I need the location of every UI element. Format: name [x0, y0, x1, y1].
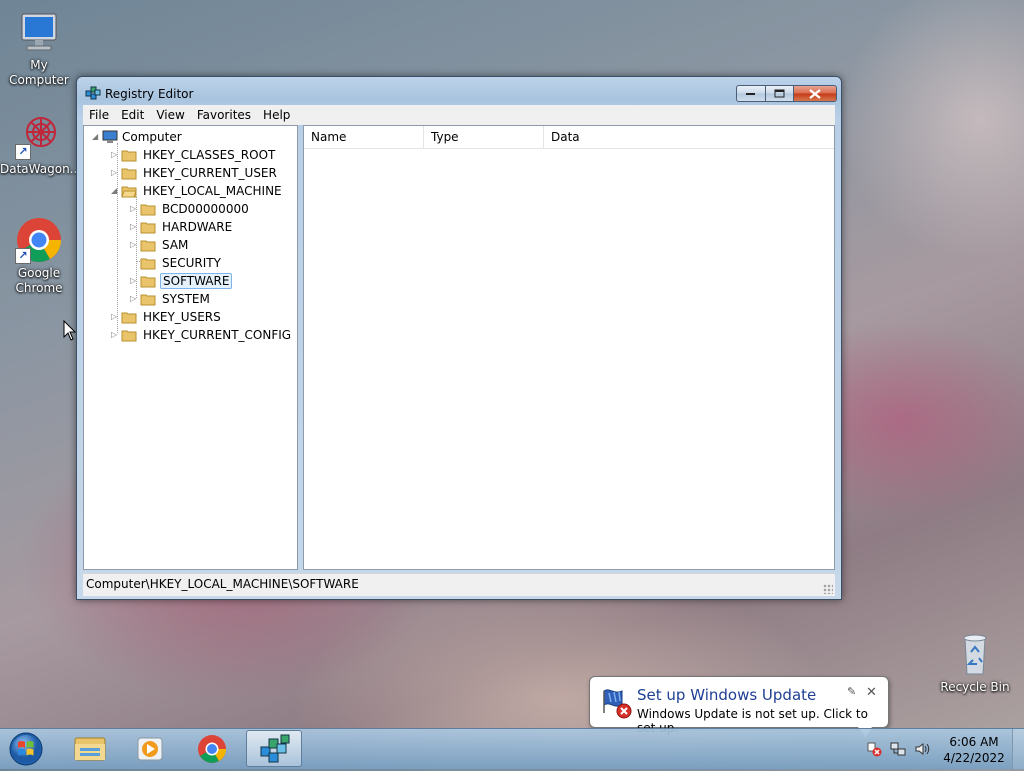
registry-editor-icon — [85, 85, 101, 101]
chrome-icon: ↗ — [15, 216, 63, 264]
menu-help[interactable]: Help — [257, 105, 296, 125]
registry-editor-window[interactable]: Registry Editor File Edit View Favorites Hel… — [76, 76, 842, 600]
collapse-arrow-icon[interactable]: ◢ — [92, 128, 101, 146]
clock-time: 6:06 AM — [949, 735, 999, 749]
desktop-icon-recycle-bin[interactable]: Recycle Bin — [936, 630, 1014, 695]
folder-icon — [74, 737, 106, 761]
tree-node-label: SOFTWARE — [160, 273, 233, 289]
taskbar: 6:06 AM 4/22/2022 — [0, 728, 1024, 769]
tree-node-label: SYSTEM — [162, 292, 210, 306]
tree-node-label: BCD00000000 — [162, 202, 249, 216]
minimize-button[interactable] — [736, 85, 766, 102]
close-icon — [809, 88, 821, 99]
menu-file[interactable]: File — [83, 105, 115, 125]
expand-arrow-icon[interactable]: ▷ — [111, 326, 120, 344]
window-title: Registry Editor — [105, 87, 194, 101]
menu-favorites[interactable]: Favorites — [191, 105, 257, 125]
expand-arrow-icon[interactable]: ▷ — [130, 218, 139, 236]
mouse-cursor-icon — [63, 320, 77, 341]
tree-node-label: HKEY_CURRENT_USER — [143, 166, 277, 180]
folder-icon — [140, 202, 156, 216]
folder-icon — [121, 328, 137, 342]
expand-arrow-icon[interactable]: ▷ — [111, 308, 120, 326]
expand-arrow-icon[interactable]: ▷ — [130, 290, 139, 308]
expand-arrow-icon[interactable]: ▷ — [130, 236, 139, 254]
shortcut-arrow-icon: ↗ — [15, 248, 31, 264]
desktop-icon-label: Google Chrome — [15, 266, 63, 295]
tree-node-label: HKEY_CURRENT_CONFIG — [143, 328, 292, 342]
datawagon-icon: ↗ — [15, 112, 63, 160]
registry-tree[interactable]: ◢ Computer ▷ HKEY_CLASSES_ROOT ▷ HKEY_CU… — [83, 125, 298, 570]
tree-node-label: SAM — [162, 238, 189, 252]
recycle-bin-icon — [951, 630, 999, 678]
maximize-icon — [774, 89, 784, 97]
tree-node-label: HKEY_LOCAL_MACHINE — [143, 184, 282, 198]
folder-icon — [140, 274, 156, 288]
desktop-icon-google-chrome[interactable]: ↗ Google Chrome — [0, 216, 78, 296]
folder-icon — [121, 310, 137, 324]
menu-view[interactable]: View — [150, 105, 190, 125]
clock-date: 4/22/2022 — [943, 751, 1005, 765]
folder-icon — [140, 220, 156, 234]
expand-arrow-icon[interactable]: ▷ — [111, 146, 120, 164]
volume-icon[interactable] — [914, 741, 930, 757]
desktop-icon-datawagon[interactable]: ↗ DataWagon... — [0, 112, 82, 177]
desktop-icon-label: Recycle Bin — [940, 680, 1010, 694]
taskbar-clock[interactable]: 6:06 AM 4/22/2022 — [940, 734, 1008, 766]
desktop-icon-my-computer[interactable]: My Computer — [0, 8, 78, 88]
folder-icon — [140, 238, 156, 252]
expand-arrow-icon[interactable]: ▷ — [130, 200, 139, 218]
status-path: Computer\HKEY_LOCAL_MACHINE\SOFTWARE — [86, 577, 359, 591]
notification-title: Set up Windows Update — [637, 686, 817, 704]
maximize-button[interactable] — [766, 85, 794, 102]
column-header-name[interactable]: Name — [304, 126, 424, 149]
close-button[interactable] — [794, 85, 837, 102]
taskbar-explorer-button[interactable] — [62, 730, 118, 767]
tree-node-label: SECURITY — [162, 256, 221, 270]
computer-icon — [15, 8, 63, 56]
folder-icon — [140, 256, 156, 270]
taskbar-chrome-button[interactable] — [184, 730, 240, 767]
taskbar-registry-editor-button[interactable] — [246, 730, 302, 767]
tree-node-label: HARDWARE — [162, 220, 233, 234]
desktop-icon-label: My Computer — [9, 58, 69, 87]
show-desktop-button[interactable] — [1012, 729, 1024, 769]
windows-flag-error-icon — [600, 685, 634, 719]
network-icon[interactable] — [890, 741, 906, 757]
column-header-data[interactable]: Data — [544, 126, 834, 149]
column-header-type[interactable]: Type — [424, 126, 544, 149]
title-bar[interactable]: Registry Editor — [77, 77, 841, 107]
chrome-icon — [198, 735, 226, 763]
tree-node-label: HKEY_USERS — [143, 310, 221, 324]
tree-node-label: Computer — [122, 130, 182, 144]
windows-update-notification[interactable]: Set up Windows Update Windows Update is … — [589, 676, 889, 737]
expand-arrow-icon[interactable]: ▷ — [130, 272, 139, 290]
minimize-icon — [746, 92, 755, 95]
pin-icon[interactable]: ✎ — [847, 685, 856, 698]
resize-grip-icon[interactable] — [823, 584, 833, 594]
start-button[interactable] — [4, 730, 48, 768]
windows-logo-icon — [9, 732, 43, 766]
action-center-icon[interactable] — [866, 741, 882, 757]
status-bar: Computer\HKEY_LOCAL_MACHINE\SOFTWARE — [83, 573, 835, 596]
folder-icon — [121, 166, 137, 180]
folder-icon — [121, 148, 137, 162]
taskbar-media-player-button[interactable] — [122, 730, 178, 767]
desktop-icon-label: DataWagon... — [0, 162, 82, 176]
tree-node-label: HKEY_CLASSES_ROOT — [143, 148, 276, 162]
media-player-icon — [137, 737, 163, 761]
close-icon[interactable]: ✕ — [866, 685, 877, 700]
computer-icon — [102, 130, 118, 144]
folder-open-icon — [121, 184, 137, 198]
registry-editor-icon — [260, 734, 290, 763]
shortcut-arrow-icon: ↗ — [15, 144, 31, 160]
values-list[interactable]: Name Type Data — [303, 125, 835, 570]
menu-bar: File Edit View Favorites Help — [83, 105, 835, 125]
folder-icon — [140, 292, 156, 306]
collapse-arrow-icon[interactable]: ◢ — [111, 182, 120, 200]
expand-arrow-icon[interactable]: ▷ — [111, 164, 120, 182]
menu-edit[interactable]: Edit — [115, 105, 150, 125]
